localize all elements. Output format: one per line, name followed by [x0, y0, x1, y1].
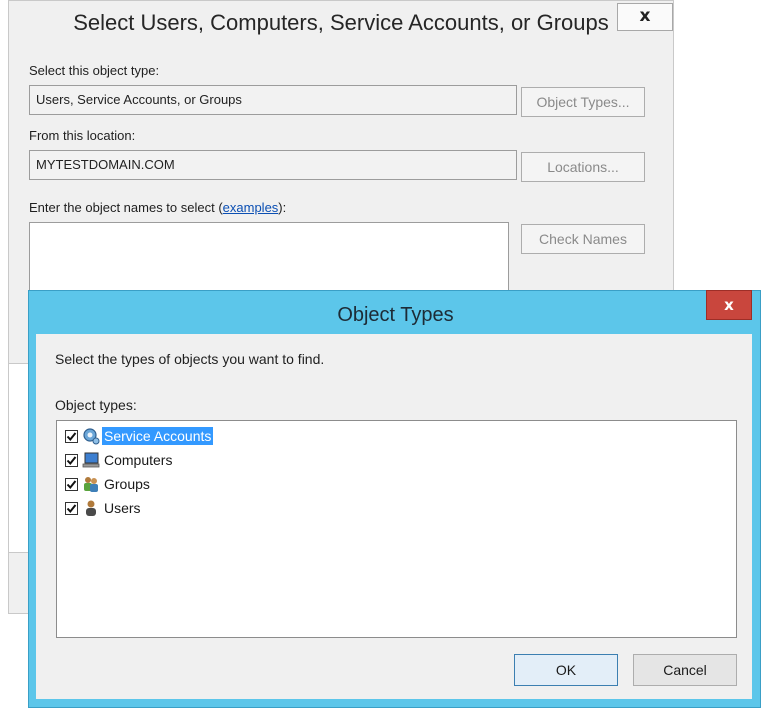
object-names-label-prefix: Enter the object names to select (: [29, 200, 223, 215]
ok-button[interactable]: OK: [514, 654, 618, 686]
computers-checkbox[interactable]: [65, 453, 78, 467]
service-accounts-label[interactable]: Service Accounts: [102, 427, 214, 445]
select-users-close-button[interactable]: x: [617, 3, 673, 31]
users-label[interactable]: Users: [102, 499, 143, 517]
locations-button[interactable]: Locations...: [521, 152, 645, 182]
location-label: From this location:: [29, 128, 136, 143]
check-names-button[interactable]: Check Names: [521, 224, 645, 254]
cancel-button[interactable]: Cancel: [633, 654, 737, 686]
select-users-dialog-title: Select Users, Computers, Service Account…: [73, 10, 609, 35]
object-types-dialog-body: Select the types of objects you want to …: [36, 334, 752, 699]
groups-label[interactable]: Groups: [102, 475, 152, 493]
location-field: MYTESTDOMAIN.COM: [29, 150, 517, 180]
user-icon: [82, 499, 100, 517]
service-account-icon: [82, 427, 100, 445]
object-type-field: Users, Service Accounts, or Groups: [29, 85, 517, 115]
group-icon: [82, 475, 100, 493]
object-names-label-suffix: ):: [278, 200, 287, 215]
users-checkbox[interactable]: [65, 501, 78, 515]
list-item-users[interactable]: Users: [65, 497, 143, 519]
object-types-list[interactable]: Service Accounts Computers Groups Users: [56, 420, 737, 638]
list-item-groups[interactable]: Groups: [65, 473, 152, 495]
object-types-dialog-title: Object Types: [337, 304, 454, 326]
list-item-computers[interactable]: Computers: [65, 449, 174, 471]
groups-checkbox[interactable]: [65, 477, 78, 491]
computer-icon: [82, 451, 100, 469]
computers-label[interactable]: Computers: [102, 451, 174, 469]
object-names-label: Enter the object names to select (exampl…: [29, 200, 286, 215]
examples-link[interactable]: examples: [223, 200, 279, 215]
object-types-instruction: Select the types of objects you want to …: [55, 351, 325, 367]
object-types-dialog: Object Types x Select the types of objec…: [28, 290, 761, 708]
list-item-service-accounts[interactable]: Service Accounts: [65, 425, 214, 447]
object-types-list-label: Object types:: [55, 397, 137, 413]
service-accounts-checkbox[interactable]: [65, 429, 78, 443]
object-type-label: Select this object type:: [29, 63, 160, 78]
object-types-button[interactable]: Object Types...: [521, 87, 645, 117]
object-types-close-button[interactable]: x: [706, 290, 752, 320]
